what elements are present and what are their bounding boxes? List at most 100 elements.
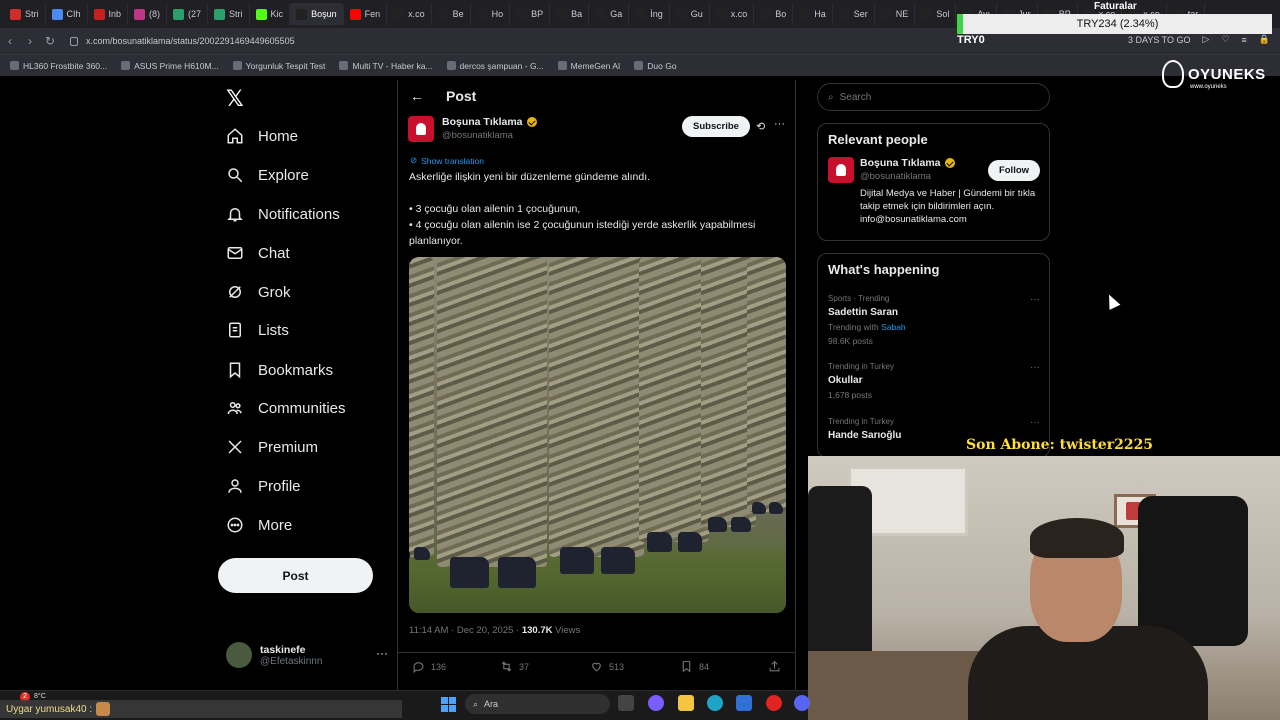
grok-icon[interactable]: ⟲ [756, 120, 765, 133]
share-button[interactable] [768, 660, 781, 673]
browser-tab[interactable]: x.co [710, 3, 755, 25]
browser-tab[interactable]: Sol [915, 3, 957, 25]
bookmark-favicon-icon [634, 61, 644, 70]
lock-icon[interactable]: 🔒 [1259, 34, 1270, 45]
post-image[interactable] [409, 257, 786, 613]
store-icon[interactable] [736, 695, 752, 711]
more-dots-icon[interactable]: ··· [1030, 417, 1040, 428]
browser-tab[interactable]: Stri [4, 3, 46, 25]
file-explorer-icon[interactable] [678, 695, 694, 711]
person-name[interactable]: Boşuna Tıklama [860, 157, 941, 169]
browser-tab[interactable]: Inb [88, 3, 129, 25]
browser-tab[interactable]: Boşun [290, 3, 344, 25]
author-avatar[interactable] [408, 116, 434, 142]
people-icon [227, 402, 242, 415]
more-dots-icon[interactable]: ··· [1030, 362, 1040, 373]
discord-icon[interactable] [794, 695, 810, 711]
browser-tab[interactable]: Ho [471, 3, 511, 25]
browser-tab[interactable]: Ser [833, 3, 875, 25]
bookmark-item[interactable]: ASUS Prime H610M... [121, 61, 219, 71]
nav-item-bookmarks[interactable]: Bookmarks [226, 361, 333, 379]
nav-item-chat[interactable]: Chat [226, 244, 290, 262]
nav-item-lists[interactable]: Lists [226, 321, 289, 339]
more-dots-icon[interactable]: ··· [774, 118, 785, 130]
browser-tab[interactable]: x.co [387, 3, 432, 25]
browser-tab[interactable]: Gu [670, 3, 710, 25]
taskbar-search[interactable]: ⌕ Ara [465, 694, 610, 714]
reload-icon[interactable]: ↻ [40, 34, 60, 48]
reply-button[interactable]: 136 [412, 660, 446, 673]
nav-item-grok[interactable]: Grok [226, 283, 291, 301]
nav-item-communities[interactable]: Communities [226, 399, 346, 417]
brand-sub: www.oyuneks [1190, 84, 1227, 90]
browser-tab[interactable]: Fen [344, 3, 388, 25]
trend-with-link[interactable]: Sabah [881, 322, 906, 332]
task-view-icon[interactable] [618, 695, 634, 711]
browser-tab[interactable]: Kic [250, 3, 291, 25]
browser-tab[interactable]: Ha [793, 3, 833, 25]
back-arrow-icon[interactable]: ← [410, 88, 424, 104]
browser-tab[interactable]: Ga [589, 3, 630, 25]
author-name[interactable]: Boşuna Tıklama [442, 116, 523, 128]
browser-tab[interactable]: (8) [128, 3, 168, 25]
x-logo-icon[interactable]: 𝕏 [226, 86, 244, 112]
like-count: 513 [609, 661, 625, 672]
forward-icon[interactable]: › [20, 34, 40, 48]
post-timestamp[interactable]: 11:14 AM · Dec 20, 2025 · [409, 625, 522, 636]
bookmark-item[interactable]: HL360 Frostbite 360... [10, 61, 107, 71]
follow-button[interactable]: Follow [988, 160, 1040, 181]
bookmark-item[interactable]: MemeGen AI [557, 61, 620, 71]
browser-tab[interactable]: (27 [167, 3, 209, 25]
more-dots-icon[interactable]: ··· [1030, 294, 1040, 305]
post-button[interactable]: Post [218, 558, 373, 593]
browser-tab[interactable]: Be [432, 3, 471, 25]
nav-item-notifications[interactable]: Notifications [226, 205, 340, 223]
copilot-icon[interactable] [648, 695, 664, 711]
person-handle: @bosunatiklama [860, 171, 931, 182]
share-icon [769, 660, 780, 672]
browser-tab[interactable]: İng [629, 3, 670, 25]
tab-label: Inb [108, 9, 122, 19]
bookmark-button[interactable]: 84 [680, 660, 709, 673]
nav-item-premium[interactable]: Premium [226, 438, 318, 456]
repost-button[interactable]: 37 [500, 660, 529, 673]
tab-favicon-icon [715, 8, 727, 20]
tab-label: Stri [25, 9, 39, 19]
heart-icon[interactable]: ♡ [1221, 34, 1229, 45]
play-icon[interactable]: ▷ [1203, 34, 1210, 45]
person-avatar[interactable] [828, 157, 854, 183]
account-switcher[interactable]: taskinefe @Efetaskinnn ··· [226, 642, 388, 668]
windows-start-icon[interactable] [441, 697, 456, 712]
bookmark-item[interactable]: dercos şampuan - G... [446, 61, 544, 71]
edge-icon[interactable] [707, 695, 723, 711]
nav-item-home[interactable]: Home [226, 127, 298, 145]
trend-item[interactable]: Sports · Trending Sadettin Saran Trendin… [828, 294, 1040, 346]
bookmark-item[interactable]: Duo Go [634, 61, 677, 71]
more-dots-icon[interactable]: ··· [376, 646, 388, 660]
browser-tab[interactable]: Bo [754, 3, 794, 25]
subscribe-button[interactable]: Subscribe [682, 116, 750, 137]
mail-icon [227, 247, 243, 259]
browser-tab[interactable]: Ba [550, 3, 590, 25]
back-icon[interactable]: ‹ [0, 34, 20, 48]
search-input[interactable]: ⌕ Search [817, 83, 1050, 111]
nav-item-more[interactable]: More [226, 516, 292, 534]
reply-icon [413, 662, 424, 673]
tab-label: Be [452, 9, 464, 19]
bookmark-item[interactable]: Yorgunluk Tespit Test [232, 61, 325, 71]
like-button[interactable]: 513 [590, 660, 624, 673]
browser-tab[interactable]: Stri [208, 3, 250, 25]
browser-tab[interactable]: BP [510, 3, 551, 25]
url-text[interactable]: x.com/bosunatiklama/status/2002291469449… [86, 36, 295, 46]
opera-icon[interactable] [766, 695, 782, 711]
menu-icon[interactable]: ≡ [1242, 35, 1247, 45]
browser-tab[interactable]: CIh [46, 3, 88, 25]
bookmark-item[interactable]: Multi TV - Haber ka... [339, 61, 433, 71]
weather-widget[interactable]: 8°C [34, 693, 46, 700]
nav-item-profile[interactable]: Profile [226, 477, 301, 495]
post-author[interactable]: Boşuna Tıklama @bosunatiklama [408, 116, 537, 142]
show-translation-link[interactable]: ⊘ Show translation [410, 155, 484, 166]
browser-tab[interactable]: NE [875, 3, 916, 25]
nav-item-explore[interactable]: Explore [226, 166, 309, 184]
trend-item[interactable]: Trending in Turkey Okullar 1,678 posts ·… [828, 362, 1040, 400]
